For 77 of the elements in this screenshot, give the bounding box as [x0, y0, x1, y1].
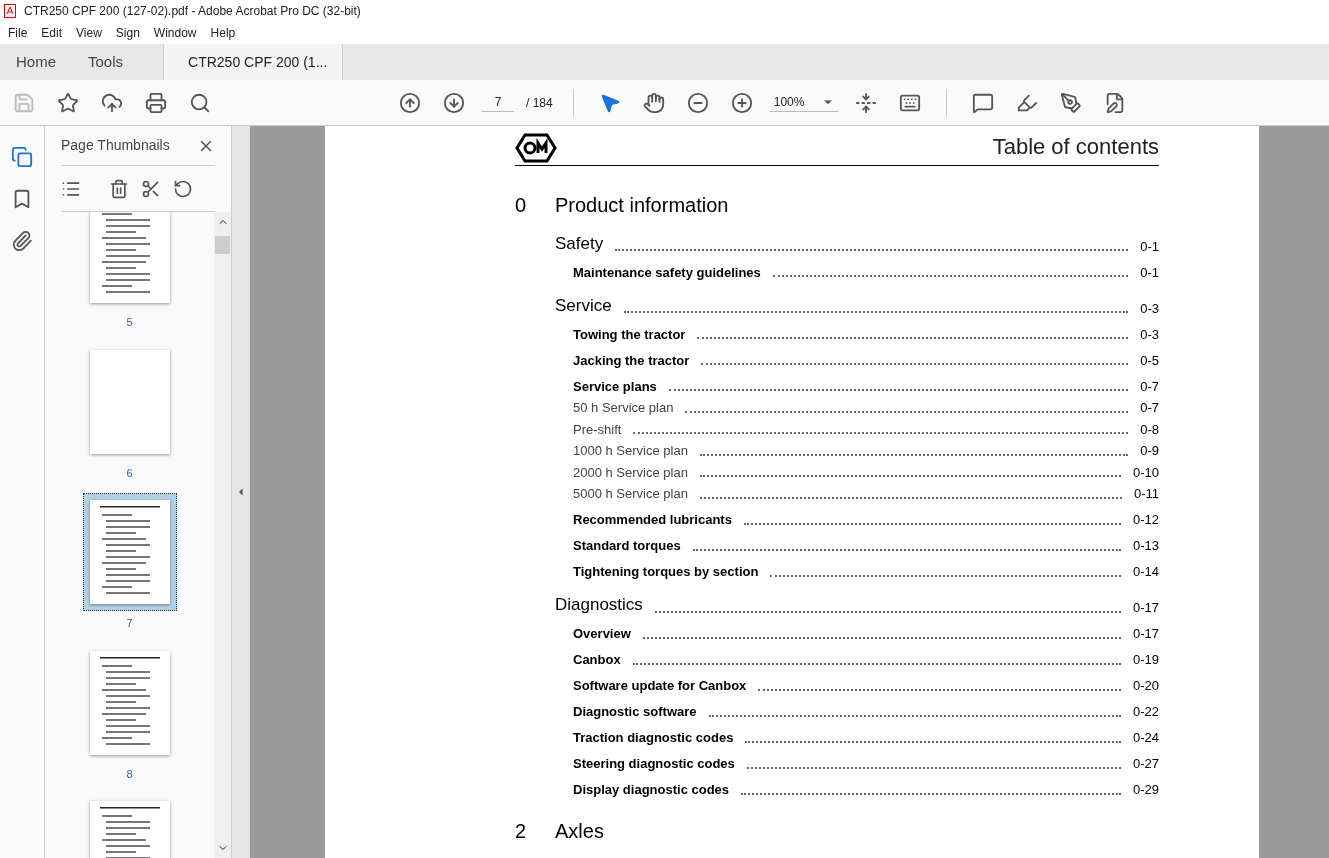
menu-item[interactable]: Sign	[115, 24, 140, 42]
toc-page-number: 0-7	[1140, 377, 1159, 396]
zoom-dropdown[interactable]: 100%	[769, 93, 838, 112]
toc-entry-title: Overview	[573, 625, 631, 643]
chapter-number: 0	[515, 193, 528, 218]
rotate-icon[interactable]	[173, 178, 193, 199]
menu-item[interactable]: File	[8, 24, 28, 42]
toc-entry-title: Steering diagnostic codes	[573, 755, 735, 773]
chapter-title: Product information	[555, 193, 729, 218]
page-number-label: 6	[126, 465, 133, 481]
toc-entry-title: Service plans	[573, 377, 657, 396]
logo	[515, 133, 557, 163]
toc-entry-title: Diagnostic software	[573, 703, 697, 721]
menu-item[interactable]: Edit	[41, 24, 63, 42]
scrollbar[interactable]	[214, 212, 231, 858]
toc-page-number: 0-11	[1133, 485, 1159, 503]
page-thumbnail[interactable]	[82, 493, 177, 611]
toc-page-number: 0-3	[1140, 325, 1159, 344]
nav-tab[interactable]: Home	[0, 44, 72, 80]
toc-entry-title: Software update for Canbox	[573, 677, 747, 695]
toc-page-number: 0-17	[1132, 625, 1159, 643]
panel-title: Page Thumbnails	[61, 136, 170, 155]
page-number-label: 8	[126, 766, 133, 782]
split-icon[interactable]	[141, 178, 161, 199]
toc-entry-title: 1000 h Service plan	[573, 442, 688, 460]
toc-entry-title: Pre-shift	[573, 420, 622, 439]
chapter-number: 2	[515, 818, 528, 844]
toc-page-number: 0-5	[1140, 351, 1159, 370]
toc-page-number: 0-7	[1140, 399, 1159, 417]
menu-item[interactable]: View	[76, 24, 102, 42]
toc-entry-title: Display diagnostic codes	[573, 781, 730, 799]
toc-entry-title: Tightening torques by section	[573, 563, 759, 581]
toc-entry-title: Jacking the tractor	[573, 351, 690, 370]
toc-entry-title: Traction diagnostic codes	[573, 729, 734, 747]
toc-page-number: 0-1	[1140, 263, 1159, 282]
scrollbar-thumb[interactable]	[215, 236, 230, 254]
toc-entry-title: Maintenance safety guidelines	[573, 263, 761, 282]
toc-page-number: 0-12	[1132, 511, 1159, 529]
document-tab[interactable]: CTR250 CPF 200 (1...	[163, 44, 344, 80]
menu-item[interactable]: Window	[153, 24, 197, 42]
nav-tab[interactable]: Tools	[72, 44, 140, 80]
toc-page-number: 0-20	[1132, 677, 1159, 695]
toc-page-number: 0-22	[1132, 703, 1159, 721]
toc-page-number: 0-8	[1140, 420, 1159, 439]
paperclip-icon[interactable]	[11, 230, 33, 252]
page-number-label: 7	[126, 616, 133, 631]
toc-entry-title: Recommended lubricants	[573, 511, 732, 529]
toc-entry-title: 50 h Service plan	[573, 399, 674, 417]
toc-page-number: 0-27	[1132, 755, 1159, 773]
window-title: CTR250 CPF 200 (127-02).pdf - Adobe Acrobat Pro DC (32-bit)	[24, 3, 361, 20]
page-number-field[interactable]: 7	[482, 93, 514, 112]
pages-icon[interactable]	[11, 146, 33, 168]
toc-entry-title: Standard torques	[573, 537, 681, 555]
toc-entry-title: 5000 h Service plan	[573, 485, 688, 503]
menu-item[interactable]: Help	[210, 24, 236, 42]
toc-entry-title: Safety	[555, 232, 604, 255]
toc-page-number: 0-14	[1132, 563, 1159, 581]
page-total: / 184	[526, 94, 553, 112]
toc-page-number: 0-19	[1132, 651, 1159, 669]
toc-page-number: 0-17	[1132, 599, 1159, 617]
page-header: Table of contents	[992, 133, 1159, 161]
toc-page-number: 0-24	[1132, 729, 1159, 747]
toc-entry-title: Service	[555, 294, 612, 317]
toc-entry-title: Towing the tractor	[573, 325, 686, 344]
toc-page-number: 0-3	[1140, 299, 1159, 318]
pdf-icon	[4, 4, 16, 18]
page-number-label: 5	[126, 315, 133, 330]
delete-icon[interactable]	[109, 178, 129, 199]
toc-page-number: 0-10	[1132, 463, 1159, 482]
toc-page-number: 0-13	[1132, 537, 1159, 555]
toc-page-number: 0-29	[1132, 781, 1159, 799]
toc-page-number: 0-1	[1140, 237, 1159, 256]
toc-page-number: 0-9	[1140, 442, 1159, 460]
toc-entry-title: 2000 h Service plan	[573, 463, 688, 482]
chapter-title: Axles	[555, 818, 604, 844]
toc-entry-title: Canbox	[573, 651, 621, 669]
toc-entry-title: Diagnostics	[555, 594, 643, 616]
